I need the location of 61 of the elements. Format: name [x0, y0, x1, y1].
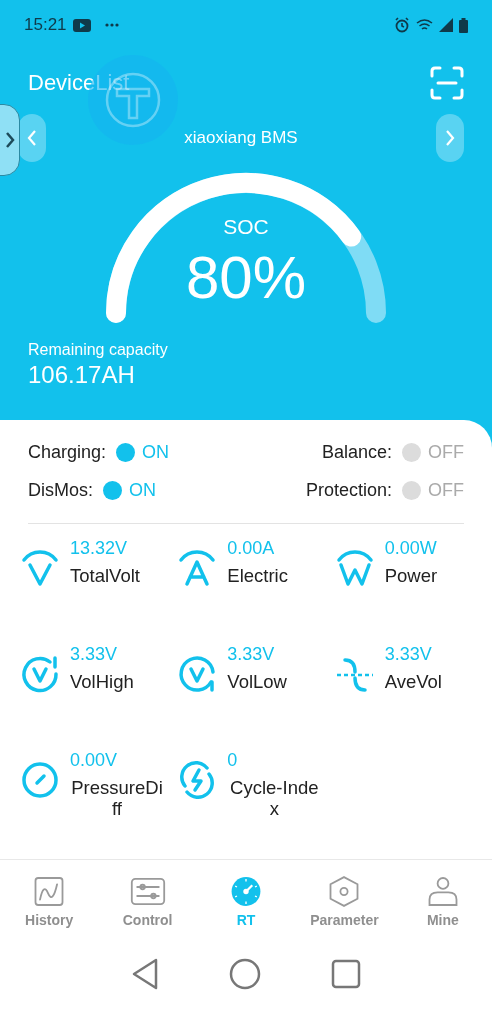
- status-dot[interactable]: [402, 443, 421, 462]
- nav-tab[interactable]: History: [0, 874, 99, 928]
- video-icon: [72, 18, 91, 32]
- switch-label: Protection:: [305, 480, 392, 501]
- battery-icon: [459, 17, 468, 33]
- low-meter-icon: [177, 654, 218, 694]
- signal-icon: [439, 18, 453, 32]
- metric-value: 0.00V: [70, 750, 118, 771]
- next-device-button[interactable]: [436, 114, 464, 162]
- status-text: OFF: [428, 442, 464, 463]
- volt-meter-icon: [20, 548, 60, 588]
- watt-meter-icon: [334, 548, 375, 588]
- status-text: OFF: [428, 480, 464, 501]
- metric-label: VolHigh: [70, 671, 135, 693]
- capacity-label: Remaining capacity: [28, 341, 169, 359]
- metric-label: Cycle-Index: [229, 777, 320, 820]
- gauge-value: 80%: [185, 243, 307, 312]
- metric-label: PressureDiff: [70, 777, 164, 820]
- chevron-right-icon: [444, 129, 456, 147]
- metric-value: 3.33V: [384, 644, 432, 665]
- nav-tab[interactable]: Mine: [393, 874, 492, 928]
- diff-meter-icon: [20, 760, 60, 800]
- recents-icon[interactable]: [331, 959, 361, 989]
- chevron-left-icon: [26, 129, 38, 147]
- gauge-label: SOC: [223, 215, 269, 239]
- amp-meter-icon: [177, 548, 218, 588]
- metric-label: Power: [384, 565, 439, 587]
- device-name: xiaoxiang BMS: [184, 128, 298, 148]
- chevron-right-icon: [4, 131, 16, 149]
- metric-value: 3.33V: [227, 644, 275, 665]
- metric-label: VolLow: [227, 671, 288, 693]
- switch-label: DisMos:: [28, 480, 93, 501]
- capacity-value: 106.17AH: [28, 361, 136, 389]
- metric-value: 3.33V: [70, 644, 118, 665]
- metric-value: 13.32V: [70, 538, 128, 559]
- scan-icon[interactable]: [430, 65, 464, 100]
- status-dot[interactable]: [116, 443, 136, 462]
- status-text: ON: [142, 442, 170, 463]
- metric-value: 0.00A: [227, 538, 275, 559]
- device-list-title[interactable]: DeviceList: [28, 69, 130, 96]
- metric-label: Electric: [227, 565, 289, 587]
- status-dot[interactable]: [402, 481, 421, 500]
- high-meter-icon: [20, 654, 60, 694]
- status-text: ON: [129, 480, 156, 501]
- previous-device-button[interactable]: [18, 114, 46, 162]
- nav-tab[interactable]: Parameter: [295, 874, 394, 928]
- back-icon[interactable]: [131, 958, 159, 990]
- metric-value: 0.00W: [384, 538, 437, 559]
- status-time: 15:21: [24, 15, 67, 35]
- home-icon[interactable]: [229, 958, 261, 990]
- switch-label: Balance:: [321, 442, 392, 463]
- metric-label: AveVol: [384, 671, 443, 693]
- metric-value: 0: [227, 750, 238, 771]
- alarm-icon: [394, 17, 410, 33]
- nav-tab[interactable]: Control: [98, 874, 197, 928]
- switch-label: Charging:: [28, 442, 107, 463]
- more-icon: [104, 23, 119, 27]
- wifi-icon: [416, 18, 433, 32]
- nav-tab[interactable]: RT: [196, 874, 296, 928]
- status-dot[interactable]: [103, 481, 122, 500]
- metric-label: TotalVolt: [70, 565, 141, 587]
